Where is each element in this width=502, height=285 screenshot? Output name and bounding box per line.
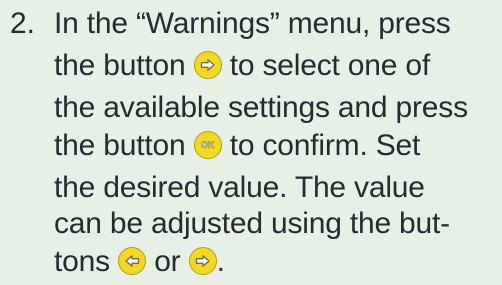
line-4: the button OK to confirm. Set <box>54 126 420 166</box>
line-2-text-a: the button <box>54 49 186 82</box>
line-5: the desired value. The value <box>54 171 425 204</box>
line-7: tons or . <box>54 242 225 282</box>
instruction-step: 2. In the “Warnings” menu, press the but… <box>0 0 502 285</box>
line-4-text-b: to confirm. Set <box>229 129 421 162</box>
line-7-text-b: or <box>154 245 181 278</box>
line-4-text-a: the button <box>54 129 186 162</box>
ok-button-icon: OK <box>193 131 222 159</box>
line-6: can be adjusted using the but- <box>54 207 450 240</box>
line-2: the button to select one of <box>54 46 430 86</box>
right-arrow-button-icon-2 <box>188 247 217 275</box>
line-2-text-b: to select one of <box>229 49 431 82</box>
right-arrow-button-icon <box>193 51 222 79</box>
step-number: 2. <box>10 7 36 40</box>
ok-button-label: OK <box>201 140 215 151</box>
left-arrow-button-icon <box>118 247 147 275</box>
line-3: the available settings and press <box>54 91 468 124</box>
line-7-text-c: . <box>216 245 225 278</box>
line-1: In the “Warnings” menu, press <box>54 7 451 40</box>
line-7-text-a: tons <box>54 245 110 278</box>
